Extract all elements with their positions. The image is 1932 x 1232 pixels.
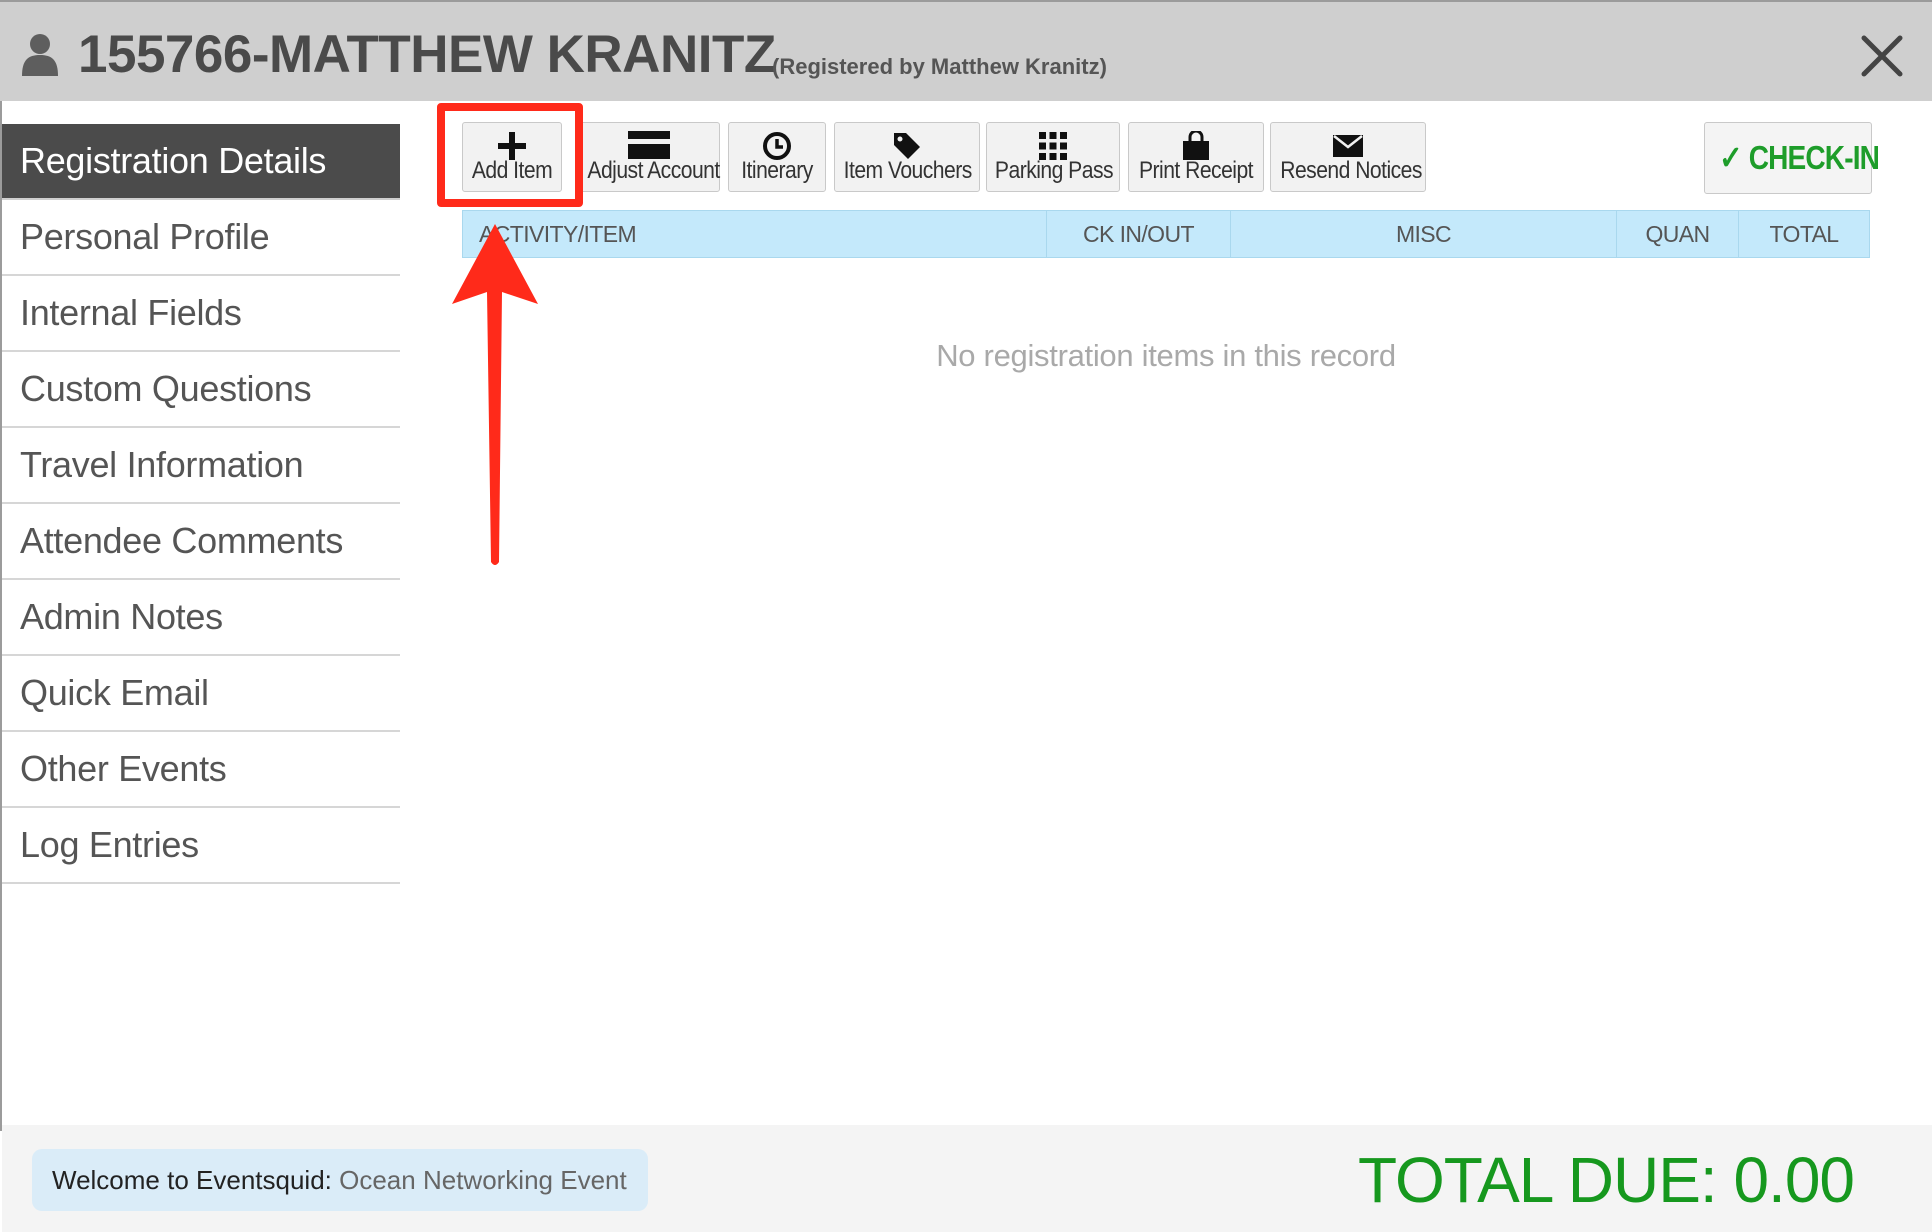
annotation-arrow-icon xyxy=(452,224,538,565)
add-item-highlight xyxy=(437,103,583,207)
modal-header: 155766-MATTHEW KRANITZ (Registered by Ma… xyxy=(0,0,1932,101)
column-ck-in-out: CK IN/OUT xyxy=(1047,211,1231,257)
items-table-header: ACTIVITY/ITEM CK IN/OUT MISC QUAN TOTAL xyxy=(462,210,1870,258)
column-quan: QUAN xyxy=(1617,211,1739,257)
page-title: 155766-MATTHEW KRANITZ xyxy=(78,25,776,84)
column-activity-item: ACTIVITY/ITEM xyxy=(463,211,1047,257)
welcome-label: Welcome to Eventsquid: xyxy=(52,1165,332,1195)
sidebar-item-internal-fields[interactable]: Internal Fields xyxy=(2,276,400,352)
item-vouchers-button[interactable]: Item Vouchers xyxy=(834,122,980,192)
itinerary-button[interactable]: Itinerary xyxy=(728,122,826,192)
parking-pass-label: Parking Pass xyxy=(994,157,1114,184)
sidebar-item-custom-questions[interactable]: Custom Questions xyxy=(2,352,400,428)
modal-footer: Welcome to Eventsquid: Ocean Networking … xyxy=(2,1125,1932,1232)
parking-pass-button[interactable]: Parking Pass xyxy=(986,122,1120,192)
itinerary-label: Itinerary xyxy=(741,157,813,184)
empty-table-message: No registration items in this record xyxy=(936,338,1396,373)
adjust-account-button[interactable]: Adjust Account xyxy=(578,122,720,192)
item-vouchers-label: Item Vouchers xyxy=(843,157,973,184)
sidebar-item-attendee-comments[interactable]: Attendee Comments xyxy=(2,504,400,580)
credit-card-icon xyxy=(628,131,670,159)
resend-notices-button[interactable]: Resend Notices xyxy=(1270,122,1426,192)
registered-by-label: (Registered by Matthew Kranitz) xyxy=(772,54,1107,79)
column-total: TOTAL xyxy=(1769,221,1840,247)
sidebar-item-registration-details[interactable]: Registration Details xyxy=(2,124,400,200)
sidebar-item-personal-profile[interactable]: Personal Profile xyxy=(2,200,400,276)
print-receipt-label: Print Receipt xyxy=(1138,157,1254,184)
check-in-label: CHECK-IN xyxy=(1748,139,1880,176)
checkmark-icon: ✓ xyxy=(1719,139,1742,176)
sidebar-item-quick-email[interactable]: Quick Email xyxy=(2,656,400,732)
adjust-account-label: Adjust Account xyxy=(587,157,720,184)
sidebar-item-log-entries[interactable]: Log Entries xyxy=(2,808,400,884)
envelope-icon xyxy=(1333,135,1363,157)
print-receipt-button[interactable]: Print Receipt xyxy=(1128,122,1264,192)
event-name: Ocean Networking Event xyxy=(339,1165,627,1195)
sidebar-item-admin-notes[interactable]: Admin Notes xyxy=(2,580,400,656)
welcome-banner: Welcome to Eventsquid: Ocean Networking … xyxy=(32,1149,648,1211)
sidebar-nav: Registration Details Personal Profile In… xyxy=(2,124,400,884)
resend-notices-label: Resend Notices xyxy=(1280,157,1422,184)
close-icon[interactable] xyxy=(1858,32,1906,80)
user-icon xyxy=(22,34,58,76)
column-misc: MISC xyxy=(1231,211,1617,257)
check-in-button[interactable]: ✓ CHECK-IN xyxy=(1704,122,1880,194)
total-due: TOTAL DUE: 0.00 xyxy=(1358,1144,1855,1216)
sidebar-item-travel-information[interactable]: Travel Information xyxy=(2,428,400,504)
sidebar-item-other-events[interactable]: Other Events xyxy=(2,732,400,808)
